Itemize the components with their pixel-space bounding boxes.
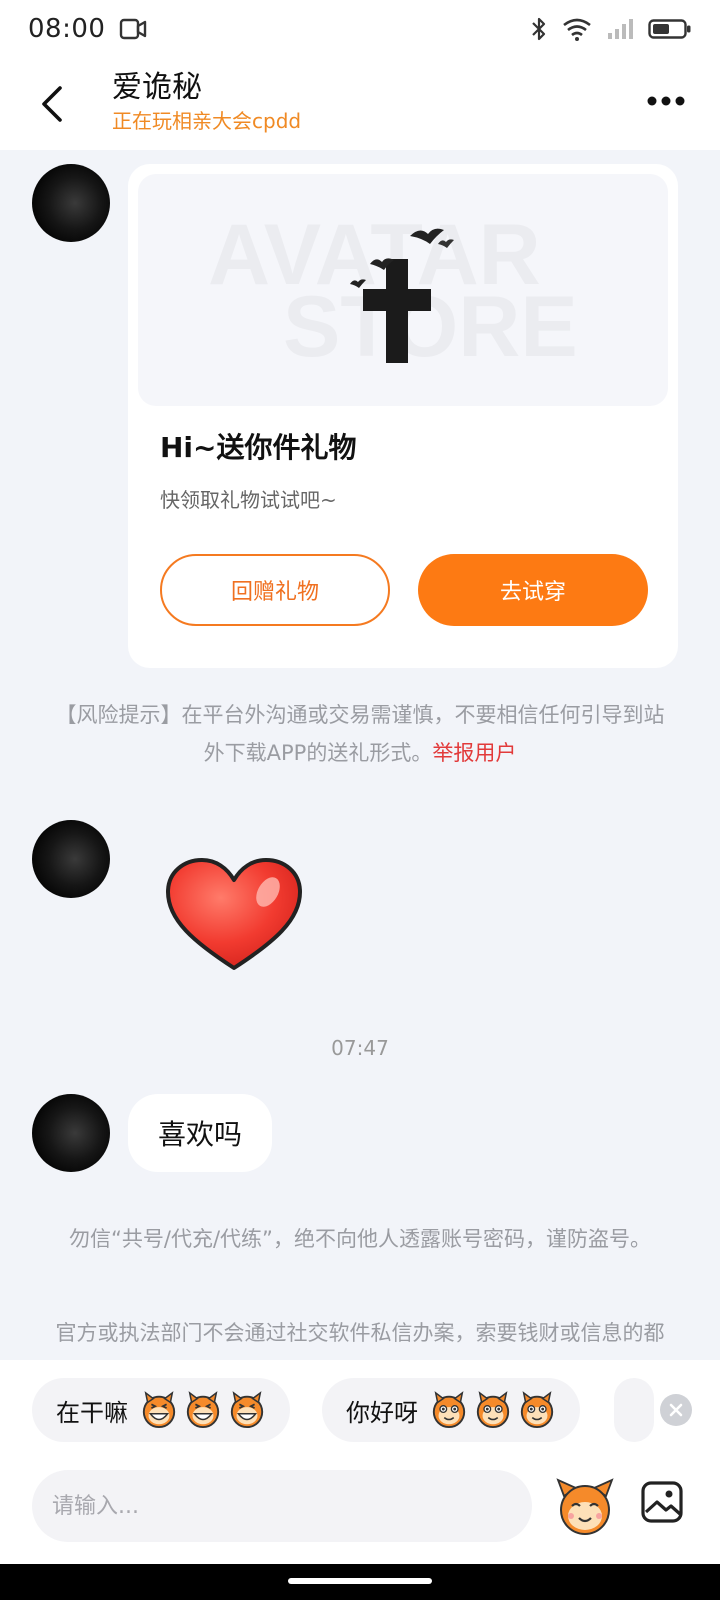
video-record-icon bbox=[120, 18, 147, 40]
laughing-face-icon bbox=[186, 1391, 220, 1429]
home-indicator[interactable] bbox=[288, 1578, 432, 1584]
chat-status-subtitle[interactable]: 正在玩相亲大会cpdd bbox=[112, 108, 301, 134]
smiling-face-icon bbox=[520, 1391, 554, 1429]
try-on-button[interactable]: 去试穿 bbox=[418, 554, 648, 626]
message-bubble[interactable]: 喜欢吗 bbox=[128, 1094, 273, 1172]
quick-reply-text: 你好呀 bbox=[346, 1398, 418, 1427]
signal-icon bbox=[608, 19, 633, 39]
heart-sticker[interactable] bbox=[164, 856, 304, 976]
avatar[interactable] bbox=[32, 164, 110, 242]
title-wrap: 爱诡秘 正在玩相亲大会cpdd bbox=[112, 68, 301, 134]
chat-header: 爱诡秘 正在玩相亲大会cpdd bbox=[0, 58, 720, 150]
status-left: 08:00 bbox=[28, 14, 147, 44]
report-user-link[interactable]: 举报用户 bbox=[432, 741, 516, 765]
battery-icon bbox=[648, 19, 691, 39]
mascot-emoji-icon[interactable] bbox=[554, 1476, 616, 1538]
return-gift-button[interactable]: 回赠礼物 bbox=[160, 554, 390, 626]
status-time: 08:00 bbox=[28, 14, 106, 44]
bottom-input-panel: 在干嘛 你好呀 请输入... bbox=[0, 1360, 720, 1564]
laughing-face-icon bbox=[142, 1391, 176, 1429]
chat-title: 爱诡秘 bbox=[112, 70, 202, 105]
wifi-icon bbox=[563, 18, 591, 41]
gift-artwork: AVATAR STORE bbox=[208, 207, 578, 375]
bluetooth-icon bbox=[532, 17, 546, 41]
smiling-face-icon bbox=[432, 1391, 466, 1429]
status-right bbox=[530, 16, 692, 42]
close-quick-replies-button[interactable] bbox=[660, 1394, 692, 1426]
gift-title: Hi~送你件礼物 bbox=[160, 431, 357, 464]
close-icon bbox=[669, 1403, 683, 1417]
security-notice: 勿信“共号/代充/代练”，绝不向他人透露账号密码，谨防盗号。 bbox=[69, 1227, 651, 1251]
gift-message-card: AVATAR STORE Hi~送你件礼物 快领取礼物试试吧~ 回赠礼物 去试穿 bbox=[128, 164, 678, 668]
risk-notice-text: 【风险提示】在平台外沟通或交易需谨慎，不要相信任何引导到站外下载APP的送礼形式… bbox=[55, 703, 665, 765]
status-bar: 08:00 bbox=[0, 0, 720, 58]
image-picker-icon[interactable] bbox=[640, 1480, 684, 1524]
system-nav-bar bbox=[0, 1564, 720, 1600]
more-options-icon[interactable] bbox=[646, 94, 686, 108]
risk-notice: 【风险提示】在平台外沟通或交易需谨慎，不要相信任何引导到站外下载APP的送礼形式… bbox=[50, 696, 670, 772]
avatar[interactable] bbox=[32, 820, 110, 898]
gift-preview-image[interactable]: AVATAR STORE bbox=[138, 174, 668, 406]
back-arrow-icon[interactable] bbox=[36, 84, 72, 124]
quick-reply-chip[interactable]: 在干嘛 bbox=[32, 1378, 290, 1442]
gift-description: 快领取礼物试试吧~ bbox=[160, 488, 337, 512]
message-input[interactable] bbox=[32, 1470, 532, 1542]
avatar[interactable] bbox=[32, 1094, 110, 1172]
quick-reply-text: 在干嘛 bbox=[56, 1398, 128, 1427]
smiling-face-icon bbox=[476, 1391, 510, 1429]
chat-screen: 08:00 爱诡秘 正在玩相亲大会cpdd AVATAR STORE Hi~送你… bbox=[0, 0, 720, 1600]
quick-reply-chip[interactable]: 你好呀 bbox=[322, 1378, 580, 1442]
laughing-face-icon bbox=[230, 1391, 264, 1429]
message-timestamp: 07:47 bbox=[331, 1036, 389, 1060]
quick-reply-chip-partial[interactable] bbox=[614, 1378, 654, 1442]
